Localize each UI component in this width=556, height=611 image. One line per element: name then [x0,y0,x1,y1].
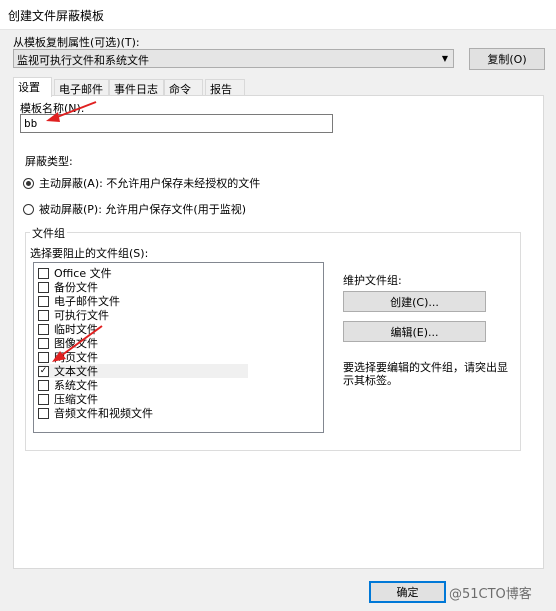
edit-button[interactable]: 编辑(E)... [343,321,486,342]
list-item[interactable]: 网页文件 [38,350,248,364]
ok-button-label: 确定 [396,586,419,599]
list-item[interactable]: 可执行文件 [38,308,248,322]
active-screening-label: 主动屏蔽(A): 不允许用户保存未经授权的文件 [39,177,261,190]
ok-button[interactable]: 确定 [369,581,446,603]
title-bar: 创建文件屏蔽模板 [0,0,556,30]
tab-event-log[interactable]: 事件日志 [109,79,164,96]
window-title: 创建文件屏蔽模板 [8,9,105,23]
checkbox[interactable] [38,309,49,321]
list-item[interactable]: 电子邮件文件 [38,294,248,308]
template-select-value: 监视可执行文件和系统文件 [17,54,149,67]
checkbox[interactable] [38,337,49,349]
checkbox[interactable] [38,323,49,335]
tab-report[interactable]: 报告 [205,79,245,96]
checkbox[interactable] [38,379,49,391]
file-groups-list-label: 选择要阻止的文件组(S): [30,247,149,260]
active-screening-option[interactable]: 主动屏蔽(A): 不允许用户保存未经授权的文件 [23,175,260,191]
list-item-selected[interactable]: ✓ 文本文件 [38,364,248,378]
copy-button[interactable]: 复制(O) [469,48,545,70]
passive-screening-label: 被动屏蔽(P): 允许用户保存文件(用于监视) [39,203,247,216]
copy-from-label: 从模板复制属性(可选)(T): [13,36,140,49]
active-screening-radio[interactable] [23,177,34,189]
watermark: @51CTO博客 [449,587,532,602]
chevron-down-icon[interactable]: ▼ [437,50,453,67]
template-select[interactable]: 监视可执行文件和系统文件 ▼ [13,49,454,68]
maintain-file-groups-label: 维护文件组: [343,274,402,287]
create-button-label: 创建(C)... [390,295,439,309]
tab-label: 设置 [18,81,40,94]
checkbox-checked[interactable]: ✓ [38,365,49,377]
passive-screening-option[interactable]: 被动屏蔽(P): 允许用户保存文件(用于监视) [23,201,246,217]
passive-screening-radio[interactable] [23,203,34,215]
checkbox[interactable] [38,281,49,293]
edit-hint-text: 要选择要编辑的文件组，请突出显示其标签。 [343,361,508,387]
checkbox[interactable] [38,393,49,405]
list-item[interactable]: 备份文件 [38,280,248,294]
check-icon: ✓ [39,365,48,376]
list-item[interactable]: 图像文件 [38,336,248,350]
list-item[interactable]: Office 文件 [38,266,248,280]
checkbox[interactable] [38,351,49,363]
tab-email[interactable]: 电子邮件 [54,79,109,96]
tab-settings[interactable]: 设置 [13,77,52,97]
copy-button-label: 复制(O) [487,53,527,66]
edit-button-label: 编辑(E)... [390,325,439,339]
checkbox[interactable] [38,267,49,279]
tab-command[interactable]: 命令 [164,79,203,96]
file-groups-title: 文件组 [30,225,67,241]
list-item[interactable]: 临时文件 [38,322,248,336]
create-button[interactable]: 创建(C)... [343,291,486,312]
list-item[interactable]: 系统文件 [38,378,248,392]
checkbox[interactable] [38,295,49,307]
template-name-input[interactable]: bb [20,114,333,133]
screen-type-label: 屏蔽类型: [25,155,73,168]
list-item-label: 音频文件和视频文件 [54,407,153,420]
checkbox[interactable] [38,407,49,419]
file-groups-list[interactable]: Office 文件 备份文件 电子邮件文件 可执行文件 临时文件 图像文件 网页… [33,262,324,433]
list-item[interactable]: 压缩文件 [38,392,248,406]
tab-strip: 设置 电子邮件 事件日志 命令 报告 [13,77,313,97]
list-item[interactable]: 音频文件和视频文件 [38,406,248,420]
